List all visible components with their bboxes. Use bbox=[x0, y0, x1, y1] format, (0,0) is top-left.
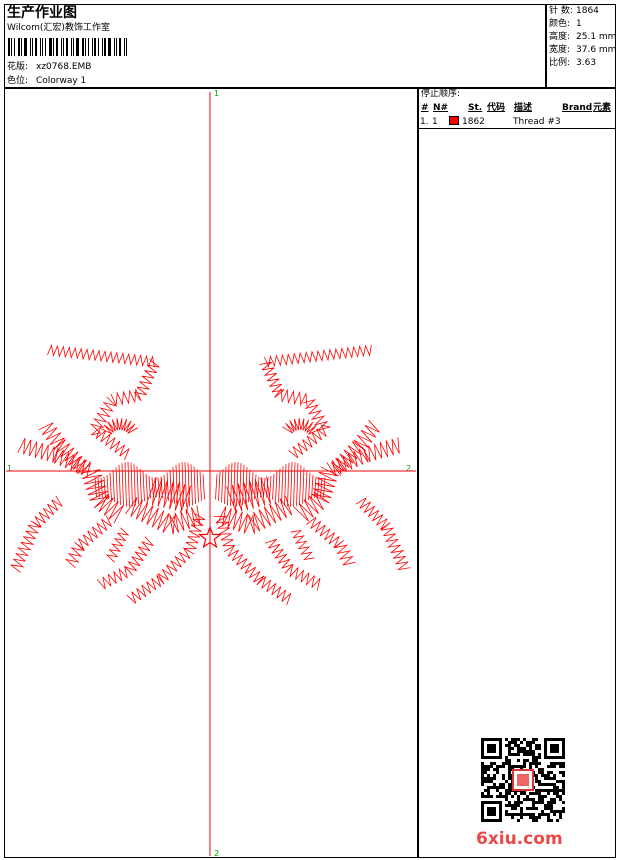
row-index: 1. bbox=[420, 117, 429, 127]
axis-bottom-label: 2 bbox=[214, 849, 220, 858]
stop-sequence-title: 停止顺序: bbox=[421, 89, 461, 99]
row-code: 1862 bbox=[462, 117, 485, 127]
stop-sequence-divider bbox=[418, 128, 616, 129]
axis-right-label: 2 bbox=[406, 464, 412, 473]
color-count-value: 1 bbox=[576, 19, 582, 29]
row-n: 1 bbox=[432, 117, 438, 127]
barcode bbox=[8, 38, 132, 56]
scale-label: 比例: bbox=[549, 58, 571, 68]
width-value: 37.6 mm bbox=[576, 45, 617, 55]
stitch-count-value: 1864 bbox=[576, 6, 599, 16]
width-label: 宽度: bbox=[549, 45, 571, 55]
col-n: N# bbox=[433, 103, 449, 113]
col-st: St. bbox=[468, 103, 483, 113]
row-desc: Thread #3 bbox=[513, 117, 561, 127]
col-code: 代码 bbox=[487, 103, 506, 113]
col-hash: # bbox=[421, 103, 429, 113]
col-brand: Brand bbox=[562, 103, 593, 113]
color-count-label: 颜色: bbox=[549, 19, 571, 29]
design-label: 花版: bbox=[7, 62, 29, 72]
page-title: 生产作业图 bbox=[7, 5, 77, 21]
watermark-text: 6xiu.com bbox=[476, 829, 563, 849]
qr-code-icon bbox=[481, 738, 565, 822]
stitch-count-label: 针 数: bbox=[549, 6, 573, 16]
height-value: 25.1 mm bbox=[576, 32, 617, 42]
design-value: xz0768.EMB bbox=[36, 62, 92, 72]
col-desc: 描述 bbox=[514, 103, 533, 113]
colorway-value: Colorway 1 bbox=[36, 76, 87, 86]
col-element: 元素 bbox=[593, 103, 612, 113]
height-label: 高度: bbox=[549, 32, 571, 42]
thread-color-swatch bbox=[449, 116, 459, 125]
design-area bbox=[4, 88, 418, 858]
studio-name: Wilcom(汇宏)教饰工作室 bbox=[7, 23, 110, 33]
axis-left-label: 1 bbox=[7, 464, 13, 473]
scale-value: 3.63 bbox=[576, 58, 597, 68]
colorway-label: 色位: bbox=[7, 76, 29, 86]
axis-top-label: 1 bbox=[214, 89, 220, 98]
